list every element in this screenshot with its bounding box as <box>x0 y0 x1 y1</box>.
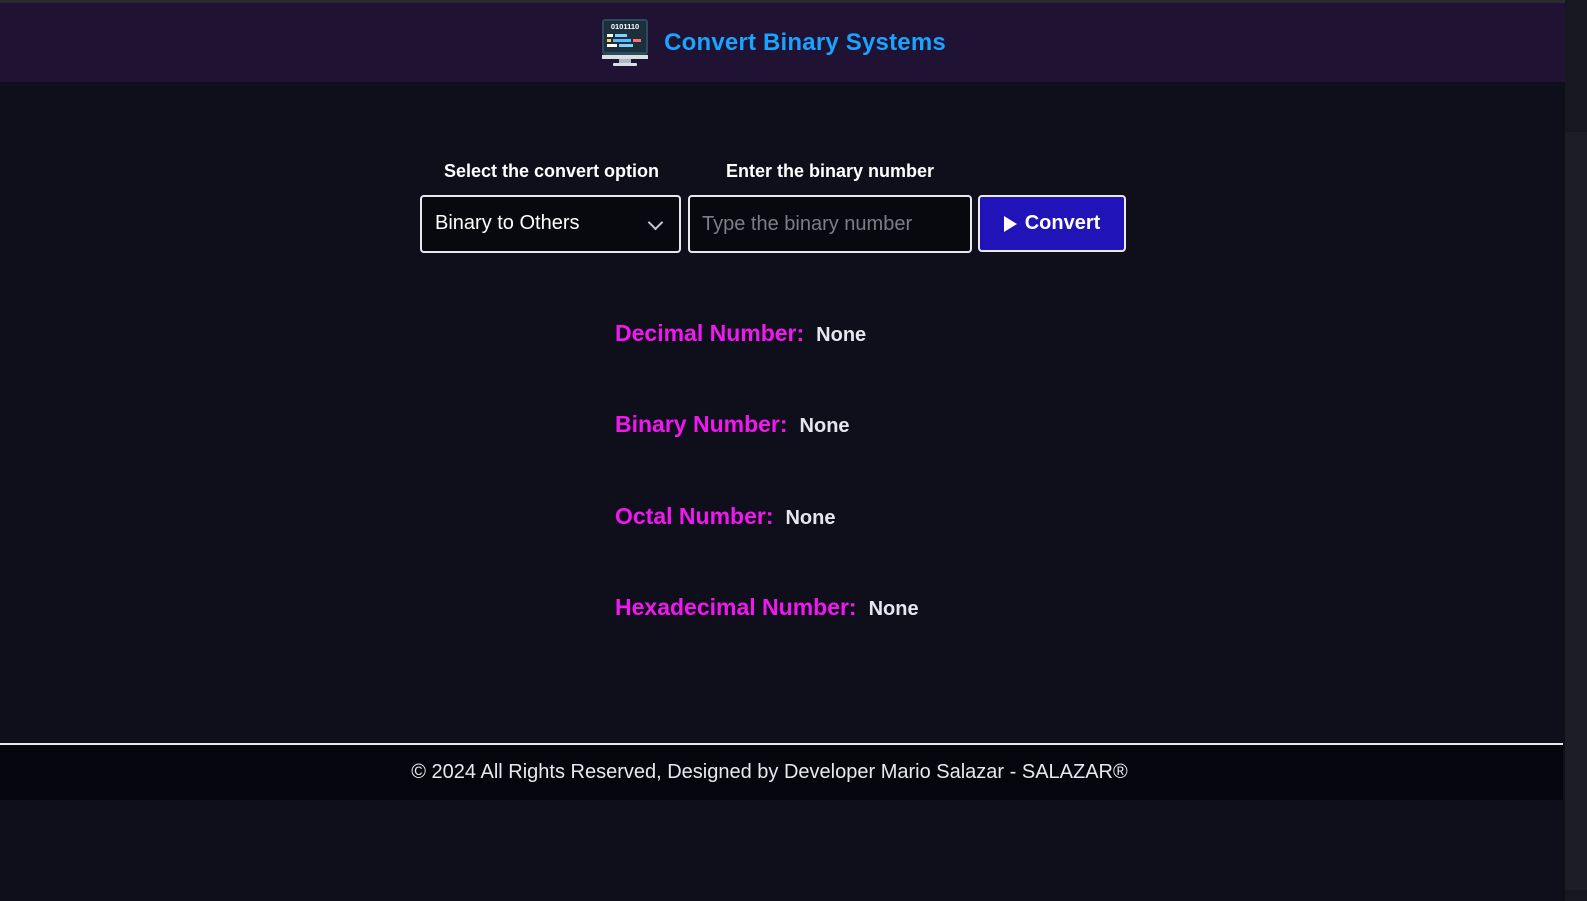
result-label: Octal Number: <box>615 503 774 529</box>
result-octal: Octal Number: None <box>615 503 835 530</box>
chevron-down-icon <box>647 214 664 231</box>
scrollbar-track[interactable] <box>1565 0 1587 901</box>
result-label: Decimal Number: <box>615 320 805 346</box>
convert-button-label: Convert <box>1024 212 1101 234</box>
scrollbar-thumb[interactable] <box>1565 132 1587 890</box>
result-value: None <box>868 598 919 620</box>
result-value: None <box>785 507 836 529</box>
play-icon <box>1003 215 1017 232</box>
header-brand: 0101110 Convert Binary Systems <box>599 18 946 68</box>
logo-binary-text: 0101110 <box>611 22 639 31</box>
select-label: Select the convert option <box>444 161 660 181</box>
result-value: None <box>799 415 850 437</box>
convert-button[interactable]: Convert <box>978 195 1126 252</box>
result-label: Binary Number: <box>615 411 788 437</box>
footer-copyright: © 2024 All Rights Reserved, Designed by … <box>411 761 1128 783</box>
result-value: None <box>816 324 867 346</box>
result-decimal: Decimal Number: None <box>615 320 866 347</box>
app-title: Convert Binary Systems <box>664 28 946 56</box>
result-hexadecimal: Hexadecimal Number: None <box>615 594 919 621</box>
select-value: Binary to Others <box>435 212 580 234</box>
binary-number-input[interactable] <box>688 195 972 253</box>
computer-monitor-binary-icon: 0101110 <box>602 18 649 66</box>
app-header: 0101110 Convert Binary Systems <box>0 3 1565 82</box>
result-binary: Binary Number: None <box>615 411 850 438</box>
page-footer: © 2024 All Rights Reserved, Designed by … <box>0 745 1563 800</box>
convert-option-select[interactable]: Binary to Others <box>420 195 681 253</box>
result-label: Hexadecimal Number: <box>615 594 857 620</box>
input-label: Enter the binary number <box>726 161 935 181</box>
